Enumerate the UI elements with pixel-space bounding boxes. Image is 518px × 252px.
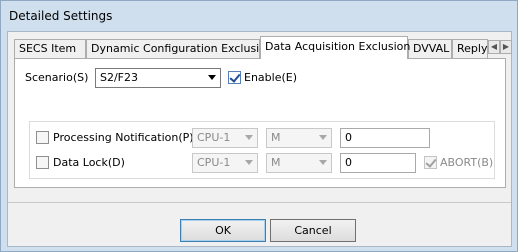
settings-group: Processing Notification(P) CPU-1 M 0 Dat… <box>29 121 495 179</box>
processing-notification-label: Processing Notification(P) <box>53 131 194 144</box>
data-lock-checkbox[interactable] <box>36 156 49 169</box>
data-lock-cpu-select[interactable]: CPU-1 <box>192 153 258 173</box>
chevron-down-icon <box>245 135 253 140</box>
processing-notification-cpu-select[interactable]: CPU-1 <box>192 128 258 148</box>
data-lock-label: Data Lock(D) <box>53 156 125 169</box>
scroll-left-icon[interactable]: ◀ <box>488 40 500 54</box>
window-title: Detailed Settings <box>9 9 113 23</box>
dialog-body: SECS Item Dynamic Configuration Exclusio… <box>7 31 512 247</box>
scenario-select[interactable]: S2/F23 <box>95 68 221 88</box>
chevron-down-icon <box>319 135 327 140</box>
cancel-button[interactable]: Cancel <box>270 219 356 242</box>
processing-notification-checkbox[interactable] <box>36 131 49 144</box>
chevron-down-icon <box>245 160 253 165</box>
processing-notification-value: 0 <box>345 131 352 144</box>
tab-secs-item[interactable]: SECS Item <box>14 39 86 58</box>
abort-checkbox[interactable] <box>424 156 437 169</box>
data-lock-value-field[interactable]: 0 <box>340 153 416 173</box>
data-acquisition-exclusion-panel: Scenario(S) S2/F23 Enable(E) Processing … <box>14 58 506 188</box>
tab-strip: SECS Item Dynamic Configuration Exclusio… <box>14 36 512 59</box>
tab-dynamic-configuration-exclusion[interactable]: Dynamic Configuration Exclusion <box>86 39 273 58</box>
data-lock-value: 0 <box>345 156 352 169</box>
title-bar[interactable]: Detailed Settings <box>1 1 517 31</box>
tab-data-acquisition-exclusion[interactable]: Data Acquisition Exclusion <box>260 36 411 59</box>
enable-checkbox[interactable] <box>228 71 241 84</box>
button-separator <box>8 202 511 203</box>
tab-label: Reply <box>457 42 488 55</box>
processing-notification-device-value: M <box>271 131 281 144</box>
tab-reply[interactable]: Reply <box>452 39 488 58</box>
data-lock-cpu-value: CPU-1 <box>197 156 231 169</box>
tab-label: Dynamic Configuration Exclusion <box>91 42 273 55</box>
scenario-value: S2/F23 <box>100 71 139 84</box>
tab-dvval[interactable]: DVVAL <box>408 39 452 58</box>
processing-notification-value-field[interactable]: 0 <box>340 128 430 148</box>
detailed-settings-dialog: Detailed Settings SECS Item Dynamic Conf… <box>0 0 518 252</box>
tab-label: SECS Item <box>19 42 77 55</box>
data-lock-device-select[interactable]: M <box>266 153 332 173</box>
data-lock-device-value: M <box>271 156 281 169</box>
ok-button[interactable]: OK <box>180 219 266 242</box>
enable-label: Enable(E) <box>244 71 298 84</box>
scroll-right-icon[interactable]: ▶ <box>500 40 512 54</box>
scenario-label: Scenario(S) <box>25 71 89 84</box>
tab-label: Data Acquisition Exclusion <box>265 40 411 53</box>
processing-notification-cpu-value: CPU-1 <box>197 131 231 144</box>
abort-label: ABORT(B) <box>440 156 494 169</box>
tab-label: DVVAL <box>413 42 450 55</box>
chevron-down-icon <box>319 160 327 165</box>
chevron-down-icon <box>208 75 216 80</box>
processing-notification-device-select[interactable]: M <box>266 128 332 148</box>
